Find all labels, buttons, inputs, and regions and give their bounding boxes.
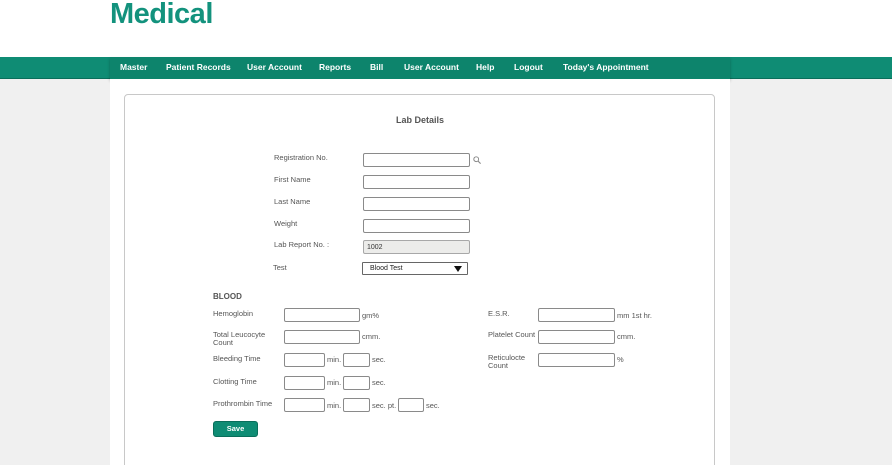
prothrombin-pt-sec-unit: sec. bbox=[426, 401, 440, 410]
chevron-down-icon bbox=[454, 266, 462, 272]
search-icon[interactable] bbox=[473, 156, 481, 164]
clotting-min-unit: min. bbox=[327, 378, 342, 387]
first-name-label: First Name bbox=[274, 175, 311, 184]
reticulocyte-label-line2: Count bbox=[488, 361, 509, 370]
bleeding-time-label: Bleeding Time bbox=[213, 354, 261, 363]
first-name-input[interactable] bbox=[363, 175, 470, 189]
nav-bar: Master Patient Records User Account Repo… bbox=[110, 57, 730, 79]
clotting-time-label: Clotting Time bbox=[213, 377, 257, 386]
last-name-input[interactable] bbox=[363, 197, 470, 211]
registration-label: Registration No. bbox=[274, 153, 328, 162]
nav-help[interactable]: Help bbox=[476, 62, 494, 72]
hemoglobin-input[interactable] bbox=[284, 308, 360, 322]
nav-user-account-2[interactable]: User Account bbox=[404, 62, 459, 72]
nav-user-account[interactable]: User Account bbox=[247, 62, 302, 72]
nav-patient-records[interactable]: Patient Records bbox=[166, 62, 231, 72]
tlc-label-line2: Count bbox=[213, 338, 234, 347]
esr-input[interactable] bbox=[538, 308, 615, 322]
test-label: Test bbox=[273, 263, 287, 272]
test-select-value: Blood Test bbox=[370, 265, 403, 272]
weight-input[interactable] bbox=[363, 219, 470, 233]
platelet-count-unit: cmm. bbox=[617, 332, 636, 341]
prothrombin-min-input[interactable] bbox=[284, 398, 325, 412]
bleeding-sec-unit: sec. bbox=[372, 355, 386, 364]
test-select[interactable]: Blood Test bbox=[362, 262, 468, 275]
clotting-sec-input[interactable] bbox=[343, 376, 370, 390]
lab-report-input bbox=[363, 240, 470, 254]
lab-report-label: Lab Report No. : bbox=[274, 240, 330, 249]
hemoglobin-label: Hemoglobin bbox=[213, 309, 254, 318]
prothrombin-time-label: Prothrombin Time bbox=[213, 399, 273, 408]
weight-label: Weight bbox=[274, 219, 298, 228]
bleeding-min-unit: min. bbox=[327, 355, 342, 364]
prothrombin-sec-input[interactable] bbox=[343, 398, 370, 412]
blood-section-title: BLOOD bbox=[213, 292, 242, 301]
bleeding-sec-input[interactable] bbox=[343, 353, 370, 367]
nav-logout[interactable]: Logout bbox=[514, 62, 543, 72]
esr-label: E.S.R. bbox=[488, 309, 510, 318]
registration-input[interactable] bbox=[363, 153, 470, 167]
page-title: Lab Details bbox=[396, 115, 445, 125]
last-name-label: Last Name bbox=[274, 197, 311, 206]
platelet-count-input[interactable] bbox=[538, 330, 615, 344]
save-button[interactable]: Save bbox=[213, 421, 258, 437]
prothrombin-min-unit: min. bbox=[327, 401, 342, 410]
esr-unit: mm 1st hr. bbox=[617, 311, 653, 320]
logo: Medical bbox=[110, 0, 213, 30]
top-header: Medical bbox=[0, 0, 892, 57]
nav-reports[interactable]: Reports bbox=[319, 62, 351, 72]
tlc-unit: cmm. bbox=[362, 332, 381, 341]
nav-master[interactable]: Master bbox=[120, 62, 147, 72]
hemoglobin-unit: gm% bbox=[362, 311, 380, 320]
nav-todays-appointment[interactable]: Today's Appointment bbox=[563, 62, 649, 72]
reticulocyte-unit: % bbox=[617, 355, 624, 364]
tlc-input[interactable] bbox=[284, 330, 360, 344]
reticulocyte-count-input[interactable] bbox=[538, 353, 615, 367]
platelet-count-label: Platelet Count bbox=[488, 330, 536, 339]
bleeding-min-input[interactable] bbox=[284, 353, 325, 367]
prothrombin-sec-pt-unit: sec. pt. bbox=[372, 401, 397, 410]
clotting-sec-unit: sec. bbox=[372, 378, 386, 387]
prothrombin-pt-sec-input[interactable] bbox=[398, 398, 424, 412]
nav-bill[interactable]: Bill bbox=[370, 62, 383, 72]
clotting-min-input[interactable] bbox=[284, 376, 325, 390]
main-nav: Master Patient Records User Account Repo… bbox=[0, 57, 892, 79]
